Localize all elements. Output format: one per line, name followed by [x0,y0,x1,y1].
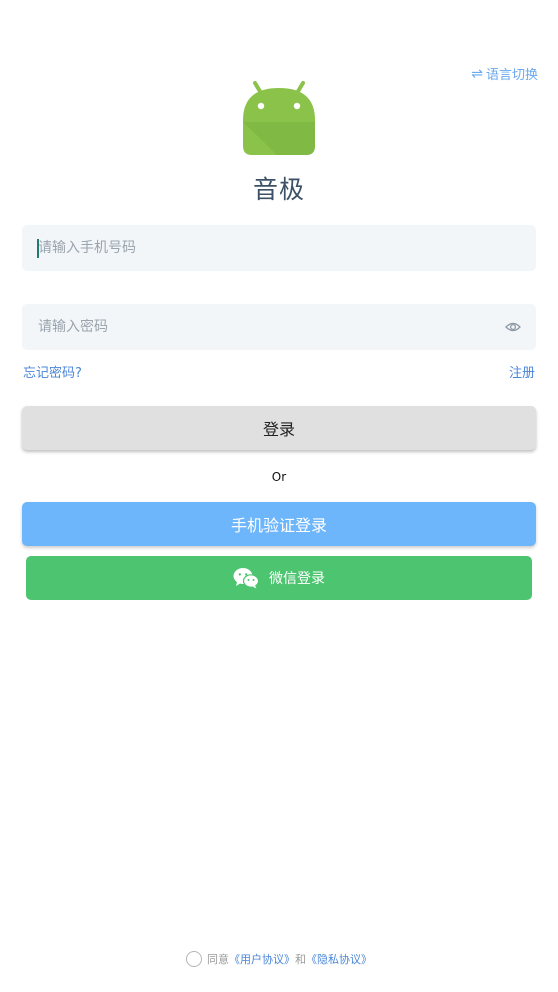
android-logo-icon [243,81,315,155]
wechat-login-button[interactable]: 微信登录 [26,556,532,600]
phone-field[interactable] [22,225,536,271]
wechat-login-label: 微信登录 [269,571,325,587]
and-text: 和 [295,953,306,966]
phone-input[interactable] [22,225,536,271]
or-divider: Or [271,470,287,484]
password-field[interactable] [22,304,536,350]
eye-icon[interactable] [505,319,521,335]
password-input[interactable] [22,304,536,350]
login-button[interactable]: 登录 [22,406,536,450]
forgot-password-link[interactable]: 忘记密码? [23,362,82,381]
language-switch-label: 语言切换 [485,68,538,83]
phone-verify-login-button[interactable]: 手机验证登录 [22,502,536,546]
app-name: 音极 [252,175,305,204]
login-screen: ⇌ 语言切换 音极 忘记密码? 注册 登录 Or 手机验证登录 [0,0,558,992]
register-link[interactable]: 注册 [509,362,535,381]
wechat-icon [233,568,259,589]
language-switch-button[interactable]: ⇌ 语言切换 [471,64,538,84]
agree-radio[interactable] [186,951,202,967]
auth-links: 忘记密码? 注册 [23,362,535,381]
agree-text: 同意 [207,953,229,966]
text-caret [37,239,39,258]
user-agreement-link[interactable]: 《用户协议》 [229,951,295,967]
agreement-row: 同意 《用户协议》 和 《隐私协议》 [0,951,558,967]
swap-icon: ⇌ [471,65,483,82]
privacy-agreement-link[interactable]: 《隐私协议》 [306,951,372,967]
